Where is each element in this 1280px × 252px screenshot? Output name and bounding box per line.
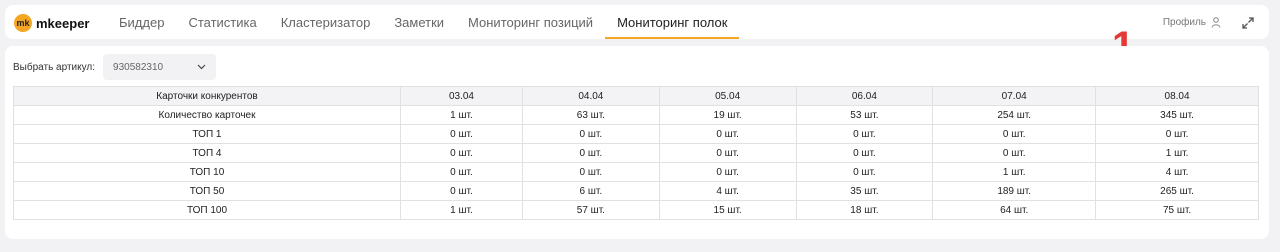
article-dropdown-value: 930582310 (113, 61, 164, 73)
table-cell: 0 шт. (795, 124, 934, 144)
table-cell: 0 шт. (658, 124, 797, 144)
row-label: ТОП 50 (13, 181, 401, 201)
nav-item-shelf-monitoring[interactable]: Мониторинг полок (605, 5, 740, 39)
profile-label: Профиль (1162, 17, 1206, 28)
table-cell: 0 шт. (932, 143, 1097, 163)
table-cell: 0 шт. (658, 143, 797, 163)
main-nav: Биддер Статистика Кластеризатор Заметки … (107, 5, 740, 39)
chevron-down-icon (197, 64, 206, 70)
table-row: ТОП 50 0 шт. 6 шт. 4 шт. 35 шт. 189 шт. … (13, 181, 1259, 201)
column-header: 07.04 (932, 86, 1097, 106)
table-cell: 0 шт. (658, 162, 797, 182)
table-cell: 0 шт. (400, 181, 523, 201)
shelf-monitoring-panel: Выбрать артикул: 930582310 Карточки конк… (5, 46, 1269, 239)
user-icon (1211, 17, 1221, 28)
table-cell: 0 шт. (795, 162, 934, 182)
column-header: 05.04 (658, 86, 797, 106)
nav-item-notes[interactable]: Заметки (382, 5, 456, 39)
table-cell: 0 шт. (400, 162, 523, 182)
table-cell: 1 шт. (932, 162, 1097, 182)
row-label: ТОП 100 (13, 200, 401, 220)
table-row: Количество карточек 1 шт. 63 шт. 19 шт. … (13, 105, 1259, 125)
table-cell: 345 шт. (1095, 105, 1259, 125)
table-cell: 0 шт. (1095, 124, 1259, 144)
table-cell: 0 шт. (521, 162, 660, 182)
table-cell: 1 шт. (400, 200, 523, 220)
article-dropdown[interactable]: 930582310 (103, 54, 217, 80)
column-header: 04.04 (521, 86, 660, 106)
logo-badge: mk (14, 14, 32, 32)
table-cell: 63 шт. (521, 105, 660, 125)
table-cell: 64 шт. (932, 200, 1097, 220)
row-label: ТОП 4 (13, 143, 401, 163)
nav-item-clusterizer[interactable]: Кластеризатор (269, 5, 383, 39)
table-cell: 53 шт. (795, 105, 934, 125)
table-cell: 4 шт. (1095, 162, 1259, 182)
table-cell: 0 шт. (400, 143, 523, 163)
article-selector: Выбрать артикул: 930582310 (13, 54, 217, 80)
table-cell: 6 шт. (521, 181, 660, 201)
table-cell: 0 шт. (795, 143, 934, 163)
column-header: 08.04 (1095, 86, 1259, 106)
expand-icon[interactable] (1241, 16, 1255, 30)
nav-item-bidder[interactable]: Биддер (107, 5, 176, 39)
profile-link[interactable]: Профиль (1163, 17, 1221, 28)
table-row: ТОП 100 1 шт. 57 шт. 15 шт. 18 шт. 64 шт… (13, 200, 1259, 220)
table-cell: 0 шт. (400, 124, 523, 144)
column-header: 06.04 (795, 86, 934, 106)
table-header-row: Карточки конкурентов 03.04 04.04 05.04 0… (13, 86, 1259, 106)
table-cell: 189 шт. (932, 181, 1097, 201)
table-cell: 0 шт. (521, 143, 660, 163)
table-cell: 57 шт. (521, 200, 660, 220)
table-cell: 0 шт. (521, 124, 660, 144)
table-row: ТОП 1 0 шт. 0 шт. 0 шт. 0 шт. 0 шт. 0 шт… (13, 124, 1259, 144)
logo[interactable]: mk mkeeper (14, 14, 89, 32)
nav-item-statistics[interactable]: Статистика (176, 5, 268, 39)
row-label: ТОП 1 (13, 124, 401, 144)
table-cell: 15 шт. (658, 200, 797, 220)
table-cell: 265 шт. (1095, 181, 1259, 201)
table-row: ТОП 10 0 шт. 0 шт. 0 шт. 0 шт. 1 шт. 4 ш… (13, 162, 1259, 182)
table-cell: 254 шт. (932, 105, 1097, 125)
top-navigation-bar: mk mkeeper Биддер Статистика Кластеризат… (5, 5, 1269, 39)
table-cell: 4 шт. (658, 181, 797, 201)
column-header: Карточки конкурентов (13, 86, 401, 106)
table-cell: 19 шт. (658, 105, 797, 125)
article-selector-label: Выбрать артикул: (13, 61, 96, 73)
table-cell: 75 шт. (1095, 200, 1259, 220)
logo-text: mkeeper (36, 15, 90, 31)
competitor-cards-table: Карточки конкурентов 03.04 04.04 05.04 0… (13, 86, 1259, 220)
table-cell: 1 шт. (1095, 143, 1259, 163)
table-cell: 35 шт. (795, 181, 934, 201)
table-row: ТОП 4 0 шт. 0 шт. 0 шт. 0 шт. 0 шт. 1 шт… (13, 143, 1259, 163)
table-cell: 18 шт. (795, 200, 934, 220)
nav-item-position-monitoring[interactable]: Мониторинг позиций (456, 5, 605, 39)
column-header: 03.04 (400, 86, 523, 106)
table-cell: 1 шт. (400, 105, 523, 125)
row-label: ТОП 10 (13, 162, 401, 182)
row-label: Количество карточек (13, 105, 401, 125)
table-cell: 0 шт. (932, 124, 1097, 144)
